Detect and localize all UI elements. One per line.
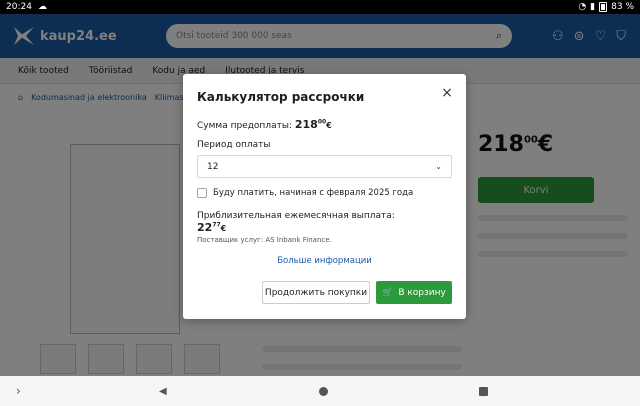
cart-icon: 🛒 — [382, 287, 394, 298]
start-feb-checkbox[interactable] — [197, 188, 207, 198]
modal-title: Калькулятор рассрочки — [197, 90, 365, 104]
chevron-down-icon: ⌄ — [435, 162, 442, 171]
status-bar: 20:24 ☁ ◔ ▮ 83 % — [0, 0, 640, 14]
start-feb-option: Буду платить, начиная с февраля 2025 год… — [197, 188, 413, 198]
start-feb-label[interactable]: Буду платить, начиная с февраля 2025 год… — [213, 188, 413, 198]
payment-period-select[interactable]: 12 ⌄ — [197, 155, 452, 178]
signal-icon: ▮ — [590, 2, 596, 12]
system-nav-bar: › ◀ — [0, 376, 640, 406]
chevron-right-icon[interactable]: › — [16, 384, 21, 398]
installment-calculator-modal: Калькулятор рассрочки × Сумма предоплаты… — [183, 74, 466, 319]
continue-shopping-button[interactable]: Продолжить покупки — [262, 281, 370, 304]
prepay-label: Сумма предоплаты: — [197, 121, 292, 131]
battery-percent: 83 % — [611, 2, 634, 12]
recent-apps-icon[interactable] — [479, 386, 488, 396]
prepay-amount: 21800€ — [294, 118, 332, 131]
close-icon: × — [441, 85, 453, 101]
period-value: 12 — [207, 161, 219, 172]
status-time: 20:24 — [6, 2, 32, 12]
more-info-link[interactable]: Больше информации — [183, 256, 466, 266]
notification-icon: ☁ — [37, 2, 47, 12]
wifi-icon: ◔ — [578, 2, 587, 12]
monthly-payment-label: Приблизительная ежемесячная выплата: — [197, 211, 395, 221]
back-icon[interactable]: ◀ — [159, 386, 167, 397]
close-button[interactable]: × — [440, 86, 454, 100]
prepay-amount-row: Сумма предоплаты: 21800€ — [197, 118, 332, 131]
monthly-payment-amount: 2277€ — [197, 221, 227, 234]
service-provider: Поставщик услуг: AS Inbank Finance. — [197, 236, 332, 244]
period-label: Период оплаты — [197, 140, 271, 150]
add-to-cart-button[interactable]: 🛒 В корзину — [376, 281, 452, 304]
battery-icon — [599, 2, 608, 12]
home-icon[interactable] — [319, 386, 328, 396]
